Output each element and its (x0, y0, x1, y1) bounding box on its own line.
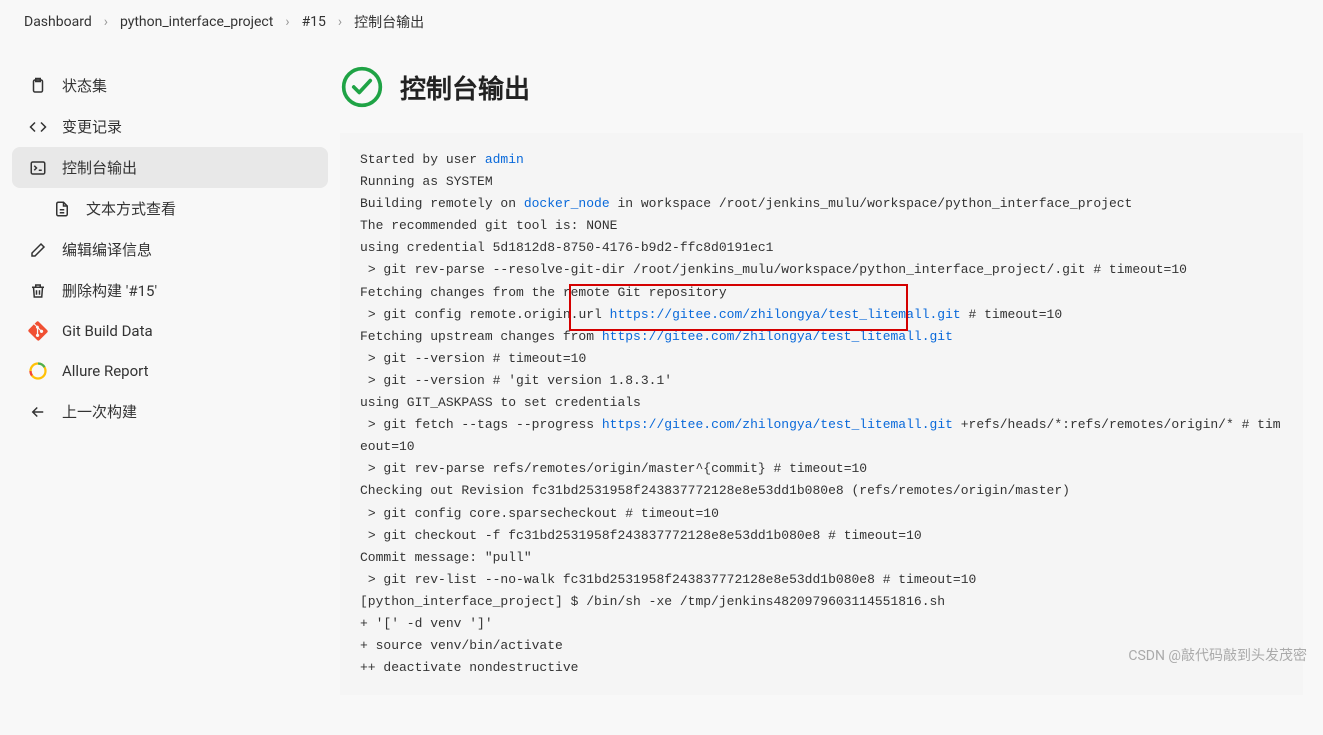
clipboard-icon (28, 76, 48, 96)
sidebar-item-git-data[interactable]: Git Build Data (12, 311, 328, 351)
sidebar-item-label: 上一次构建 (62, 401, 137, 422)
sidebar-item-changes[interactable]: 变更记录 (12, 106, 328, 147)
sidebar-item-label: 状态集 (62, 75, 107, 96)
chevron-right-icon: › (285, 14, 289, 30)
page-title: 控制台输出 (400, 69, 530, 106)
breadcrumb-current[interactable]: 控制台输出 (354, 12, 424, 32)
sidebar-item-text-view[interactable]: 文本方式查看 (12, 188, 328, 229)
arrow-left-icon (28, 402, 48, 422)
document-icon (52, 199, 72, 219)
sidebar-item-label: 删除构建 '#15' (62, 280, 157, 301)
allure-icon (28, 361, 48, 381)
sidebar-item-prev-build[interactable]: 上一次构建 (12, 391, 328, 432)
terminal-icon (28, 158, 48, 178)
breadcrumb-project[interactable]: python_interface_project (120, 14, 273, 30)
main-content: 控制台输出 Started by user admin Running as S… (340, 45, 1323, 735)
repo-link[interactable]: https://gitee.com/zhilongya/test_litemal… (610, 307, 961, 322)
edit-icon (28, 240, 48, 260)
sidebar: 状态集 变更记录 控制台输出 文本方式查看 编辑编译信息 删除构建 '#15' … (0, 45, 340, 735)
code-icon (28, 117, 48, 137)
chevron-right-icon: › (338, 14, 342, 30)
sidebar-item-label: 编辑编译信息 (62, 239, 152, 260)
sidebar-item-delete-build[interactable]: 删除构建 '#15' (12, 270, 328, 311)
console-output: Started by user admin Running as SYSTEM … (340, 133, 1303, 695)
git-icon (28, 321, 48, 341)
node-link[interactable]: docker_node (524, 196, 610, 211)
repo-link[interactable]: https://gitee.com/zhilongya/test_litemal… (602, 329, 953, 344)
trash-icon (28, 281, 48, 301)
sidebar-item-status[interactable]: 状态集 (12, 65, 328, 106)
chevron-right-icon: › (104, 14, 108, 30)
breadcrumb-dashboard[interactable]: Dashboard (24, 14, 92, 30)
sidebar-item-label: 变更记录 (62, 116, 122, 137)
sidebar-item-label: Allure Report (62, 362, 149, 380)
sidebar-item-label: 控制台输出 (62, 157, 137, 178)
breadcrumb-build[interactable]: #15 (302, 14, 326, 30)
sidebar-item-console[interactable]: 控制台输出 (12, 147, 328, 188)
sidebar-item-allure[interactable]: Allure Report (12, 351, 328, 391)
repo-link[interactable]: https://gitee.com/zhilongya/test_litemal… (602, 417, 953, 432)
breadcrumb: Dashboard › python_interface_project › #… (0, 0, 1323, 45)
user-link[interactable]: admin (485, 152, 524, 167)
sidebar-item-label: Git Build Data (62, 322, 153, 340)
sidebar-item-edit-info[interactable]: 编辑编译信息 (12, 229, 328, 270)
sidebar-item-label: 文本方式查看 (86, 198, 176, 219)
watermark: CSDN @敲代码敲到头发茂密 (1128, 645, 1307, 665)
success-check-icon (340, 65, 384, 109)
page-header: 控制台输出 (340, 65, 1323, 133)
